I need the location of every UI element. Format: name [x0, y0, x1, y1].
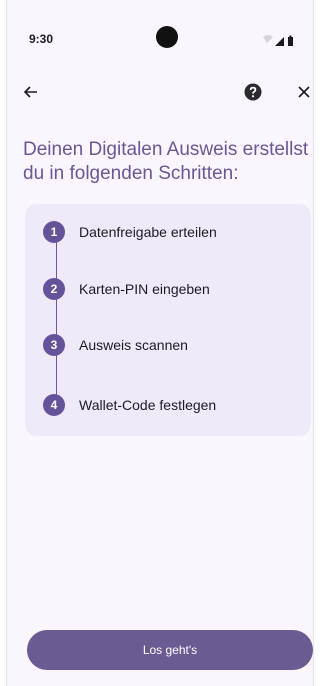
signal-icon [275, 37, 284, 46]
step-item: 2 Karten-PIN eingeben [43, 276, 210, 302]
camera-cutout [156, 26, 178, 48]
screen: 9:30 Deinen Digitalen Ausweis erstellst … [6, 0, 314, 686]
help-button[interactable] [239, 78, 267, 106]
back-arrow-icon [23, 86, 37, 98]
step-item: 4 Wallet-Code festlegen [43, 392, 216, 418]
status-bar: 9:30 [7, 0, 313, 70]
steps-connector-line [56, 232, 57, 405]
step-number-badge: 4 [43, 394, 65, 416]
battery-icon [288, 35, 293, 46]
status-icons [263, 35, 293, 46]
step-label: Datenfreigabe erteilen [79, 224, 217, 240]
step-label: Karten-PIN eingeben [79, 281, 210, 297]
step-number-badge: 1 [43, 221, 65, 243]
page-title: Deinen Digitalen Ausweis erstellst du in… [23, 139, 309, 184]
step-item: 1 Datenfreigabe erteilen [43, 219, 217, 245]
wifi-icon [263, 35, 273, 43]
step-label: Ausweis scannen [79, 337, 188, 353]
app-bar [7, 74, 313, 110]
step-number-badge: 3 [43, 334, 65, 356]
help-icon [244, 83, 262, 101]
back-button[interactable] [17, 78, 45, 106]
step-item: 3 Ausweis scannen [43, 332, 188, 358]
close-icon [298, 86, 310, 98]
status-time: 9:30 [29, 32, 54, 46]
close-button[interactable] [290, 78, 313, 106]
steps-card: 1 Datenfreigabe erteilen 2 Karten-PIN ei… [25, 204, 311, 436]
step-label: Wallet-Code festlegen [79, 397, 217, 413]
start-button[interactable]: Los geht's [27, 630, 313, 670]
step-number-badge: 2 [43, 278, 65, 300]
